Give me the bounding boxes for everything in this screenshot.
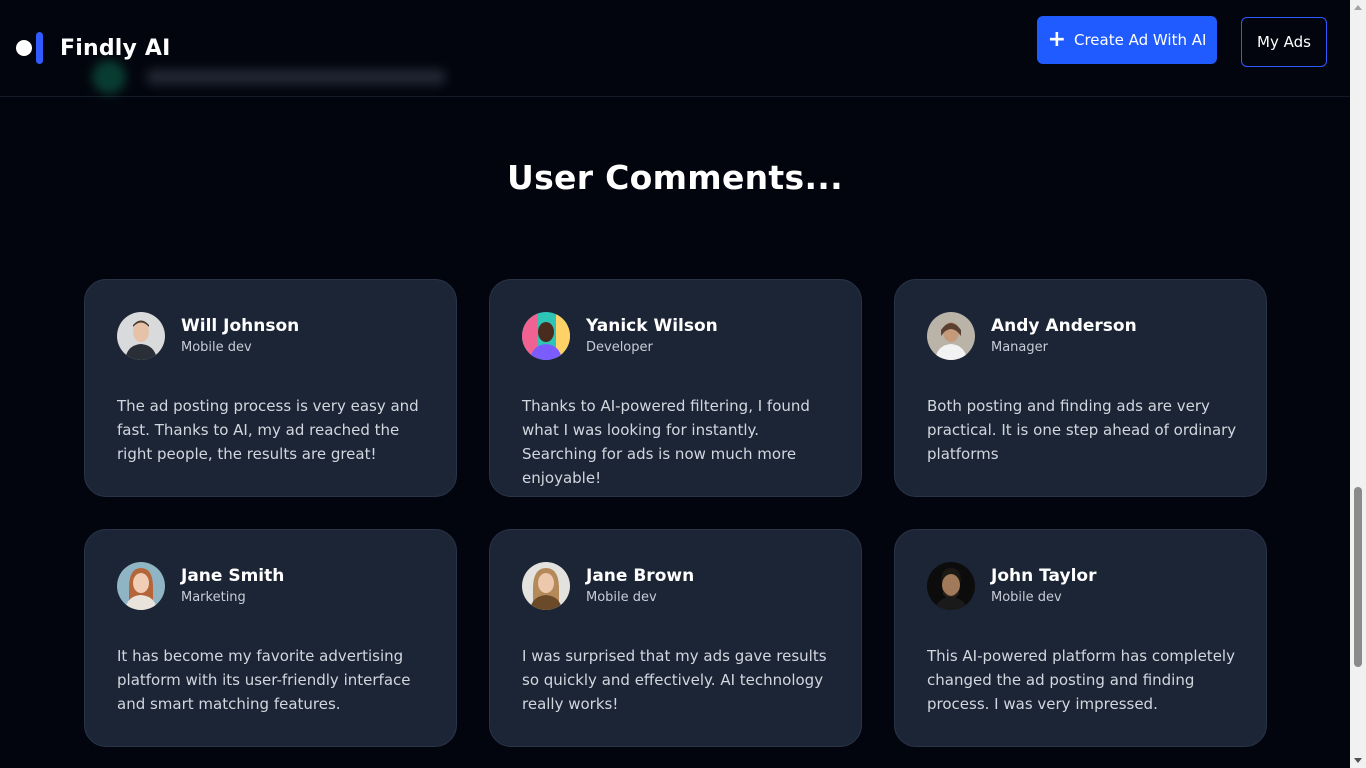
- avatar-photo-icon: [117, 312, 165, 360]
- author-name: John Taylor: [991, 566, 1097, 586]
- card-header: Andy Anderson Manager: [927, 312, 1234, 360]
- comment-text: The ad posting process is very easy and …: [117, 397, 419, 463]
- avatar-photo-icon: [522, 312, 570, 360]
- author-name: Jane Smith: [181, 566, 285, 586]
- avatar-photo-icon: [927, 312, 975, 360]
- author-name: Will Johnson: [181, 316, 300, 336]
- avatar-photo-icon: [927, 562, 975, 610]
- comment-text: This AI-powered platform has completely …: [927, 647, 1235, 713]
- section-title: User Comments...: [507, 158, 843, 197]
- blurred-background-content: [92, 60, 472, 94]
- author-info: John Taylor Mobile dev: [991, 565, 1096, 607]
- comment-card: Jane Brown Mobile dev I was surprised th…: [489, 529, 862, 747]
- vertical-scrollbar[interactable]: [1350, 0, 1366, 768]
- author-name: Jane Brown: [586, 566, 695, 586]
- comment-card: Andy Anderson Manager Both posting and f…: [894, 279, 1267, 497]
- brand-logo-link[interactable]: Findly AI: [16, 31, 171, 65]
- brand-name: Findly AI: [60, 35, 171, 61]
- author-info: Will Johnson Mobile dev: [181, 315, 299, 357]
- card-header: Yanick Wilson Developer: [522, 312, 829, 360]
- plus-icon: +: [1047, 27, 1066, 52]
- blurred-icon: [92, 60, 126, 94]
- logo-bar-icon: [36, 32, 43, 64]
- avatar: [117, 312, 165, 360]
- author-info: Yanick Wilson Developer: [586, 315, 718, 357]
- comment-text: Thanks to AI-powered filtering, I found …: [522, 397, 810, 487]
- comment-text: I was surprised that my ads gave results…: [522, 647, 827, 713]
- create-ad-button[interactable]: + Create Ad With AI: [1037, 16, 1217, 64]
- comment-card: Jane Smith Marketing It has become my fa…: [84, 529, 457, 747]
- comment-card: Will Johnson Mobile dev The ad posting p…: [84, 279, 457, 497]
- author-name: Yanick Wilson: [586, 316, 718, 336]
- author-info: Andy Anderson Manager: [991, 315, 1137, 357]
- my-ads-button[interactable]: My Ads: [1241, 17, 1327, 67]
- author-role: Marketing: [181, 590, 246, 605]
- author-name: Andy Anderson: [991, 316, 1137, 336]
- avatar: [522, 312, 570, 360]
- author-role: Developer: [586, 340, 653, 355]
- create-ad-label: Create Ad With AI: [1074, 31, 1207, 49]
- author-role: Mobile dev: [991, 590, 1062, 605]
- author-role: Mobile dev: [586, 590, 657, 605]
- author-info: Jane Brown Mobile dev: [586, 565, 694, 607]
- card-header: John Taylor Mobile dev: [927, 562, 1234, 610]
- comment-card: John Taylor Mobile dev This AI-powered p…: [894, 529, 1267, 747]
- author-role: Mobile dev: [181, 340, 252, 355]
- top-navbar: Findly AI + Create Ad With AI My Ads: [0, 0, 1350, 97]
- author-info: Jane Smith Marketing: [181, 565, 284, 607]
- author-role: Manager: [991, 340, 1048, 355]
- comment-card: Yanick Wilson Developer Thanks to AI-pow…: [489, 279, 862, 497]
- avatar: [927, 562, 975, 610]
- avatar-photo-icon: [117, 562, 165, 610]
- blurred-text: [146, 69, 446, 85]
- logo-dot-icon: [16, 40, 32, 56]
- page: Findly AI + Create Ad With AI My Ads Use…: [0, 0, 1366, 768]
- comment-text: It has become my favorite advertising pl…: [117, 647, 411, 713]
- avatar-photo-icon: [522, 562, 570, 610]
- card-header: Jane Brown Mobile dev: [522, 562, 829, 610]
- comment-text: Both posting and finding ads are very pr…: [927, 397, 1237, 463]
- card-header: Jane Smith Marketing: [117, 562, 424, 610]
- scroll-down-arrow-icon[interactable]: [1354, 758, 1362, 763]
- avatar: [117, 562, 165, 610]
- avatar: [522, 562, 570, 610]
- avatar: [927, 312, 975, 360]
- card-header: Will Johnson Mobile dev: [117, 312, 424, 360]
- scroll-up-arrow-icon[interactable]: [1354, 5, 1362, 10]
- scrollbar-thumb[interactable]: [1354, 487, 1362, 667]
